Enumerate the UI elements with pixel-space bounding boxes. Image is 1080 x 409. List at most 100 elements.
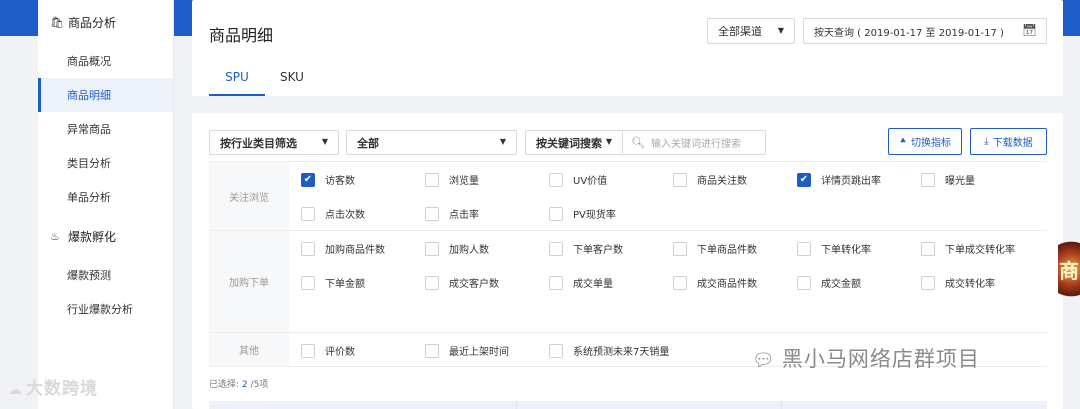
selected-count-prefix: 已选择: bbox=[209, 380, 240, 390]
metric-label: 成交商品件数 bbox=[697, 279, 757, 290]
switch-metrics-button[interactable]: ⯅ 切换指标 bbox=[888, 128, 962, 155]
decorative-badge-text: 商 bbox=[1059, 258, 1079, 283]
metric-checkbox[interactable]: 点击次数 bbox=[301, 206, 365, 221]
industry-filter-select[interactable]: 按行业类目筛选 ▼ bbox=[209, 130, 339, 155]
metric-checkbox[interactable]: PV现货率 bbox=[549, 206, 616, 221]
tab-spu[interactable]: SPU bbox=[209, 70, 265, 96]
search-icon: 🔍︎ bbox=[631, 136, 645, 149]
channel-select-value: 全部渠道 bbox=[718, 25, 762, 38]
date-range-picker[interactable]: 按天查询 ( 2019-01-17 至 2019-01-17 ) 📅︎ bbox=[803, 18, 1047, 44]
checkbox-box[interactable] bbox=[549, 172, 563, 187]
sidebar-section-product-analysis[interactable]: 🛍︎ 商品分析 bbox=[38, 0, 173, 44]
metric-checkbox[interactable]: 成交转化率 bbox=[921, 275, 995, 290]
metric-checkbox[interactable]: 成交单量 bbox=[549, 275, 613, 290]
caret-down-icon: ▼ bbox=[605, 137, 612, 146]
page-title: 商品明细 bbox=[209, 26, 274, 45]
metric-label: 商品关注数 bbox=[697, 176, 747, 187]
download-data-button[interactable]: ⤓ 下载数据 bbox=[970, 128, 1047, 155]
sidebar-item-product-overview[interactable]: 商品概况 bbox=[38, 44, 173, 78]
checkmark-icon[interactable]: ✔ bbox=[797, 172, 811, 187]
checkbox-box[interactable] bbox=[673, 275, 687, 290]
metric-checkbox[interactable]: 下单客户数 bbox=[549, 241, 623, 256]
keyword-search-input[interactable]: 🔍︎ 输入关键词进行搜索 bbox=[623, 130, 766, 155]
wechat-icon: 💬︎ bbox=[752, 350, 776, 371]
checkbox-box[interactable] bbox=[301, 275, 315, 290]
metric-label: 成交客户数 bbox=[449, 279, 499, 290]
checkbox-box[interactable] bbox=[549, 343, 563, 358]
metric-checkbox[interactable]: UV价值 bbox=[549, 172, 607, 187]
checkbox-box[interactable] bbox=[425, 241, 439, 256]
sidebar-item-hot-prediction[interactable]: 爆款预测 bbox=[38, 258, 173, 292]
metric-label: UV价值 bbox=[573, 176, 608, 187]
metric-checkbox[interactable]: 成交客户数 bbox=[425, 275, 499, 290]
checkbox-box[interactable] bbox=[425, 343, 439, 358]
metric-checkbox[interactable]: 下单转化率 bbox=[797, 241, 871, 256]
sidebar-item-abnormal-products[interactable]: 异常商品 bbox=[38, 112, 173, 146]
checkbox-box[interactable] bbox=[301, 206, 315, 221]
checkbox-box[interactable] bbox=[797, 241, 811, 256]
metric-checkbox[interactable]: 成交商品件数 bbox=[673, 275, 757, 290]
column-divider bbox=[516, 401, 517, 409]
metric-label: 成交金额 bbox=[821, 279, 861, 290]
metric-label: 点击次数 bbox=[325, 210, 365, 221]
sidebar-section-hot-incubation[interactable]: ♨︎ 爆款孵化 bbox=[38, 214, 173, 258]
metric-checkbox[interactable]: 点击率 bbox=[425, 206, 479, 221]
caret-down-icon: ▼ bbox=[777, 26, 784, 35]
results-table-header bbox=[209, 401, 1047, 409]
fire-icon: ♨︎ bbox=[50, 229, 60, 243]
checkbox-box[interactable] bbox=[673, 172, 687, 187]
metric-checkbox[interactable]: 加购商品件数 bbox=[301, 241, 385, 256]
search-placeholder: 输入关键词进行搜索 bbox=[650, 139, 741, 150]
metric-checkbox[interactable]: 下单成交转化率 bbox=[921, 241, 1015, 256]
sidebar-item-industry-hot-analysis[interactable]: 行业爆款分析 bbox=[38, 292, 173, 326]
checkbox-box[interactable] bbox=[425, 172, 439, 187]
tab-sku[interactable]: SKU bbox=[280, 70, 304, 96]
sidebar-item-label: 类目分析 bbox=[67, 157, 111, 170]
metric-checkbox[interactable]: 下单商品件数 bbox=[673, 241, 757, 256]
date-range-value: 按天查询 ( 2019-01-17 至 2019-01-17 ) bbox=[814, 27, 1004, 39]
brand-logo-icon: ☁ bbox=[8, 382, 23, 398]
checkbox-box[interactable] bbox=[921, 172, 935, 187]
shopping-bag-icon: 🛍︎ bbox=[50, 15, 64, 29]
switch-metrics-label: 切换指标 bbox=[911, 138, 951, 149]
metric-checkbox[interactable]: 评价数 bbox=[301, 343, 355, 358]
metric-checkbox[interactable]: 曝光量 bbox=[921, 172, 975, 187]
checkmark-icon[interactable]: ✔ bbox=[301, 172, 315, 187]
metric-group: 关注浏览 ✔ 访客数 浏览量 UV价值 商品关注数 ✔ 详情页跳出率 曝光量 点击次数 点击率 PV现… bbox=[209, 162, 1047, 231]
metric-label: 详情页跳出率 bbox=[821, 176, 881, 187]
metric-checkbox[interactable]: 系统预测未来7天销量 bbox=[549, 343, 669, 358]
sidebar-item-product-detail[interactable]: 商品明细 bbox=[38, 78, 173, 112]
watermark-left: ☁ 大数跨境 bbox=[8, 374, 98, 399]
category-select[interactable]: 全部 ▼ bbox=[346, 130, 517, 155]
sidebar-item-label: 商品明细 bbox=[67, 89, 111, 102]
checkbox-box[interactable] bbox=[425, 275, 439, 290]
checkbox-box[interactable] bbox=[549, 275, 563, 290]
metric-checkbox[interactable]: 加购人数 bbox=[425, 241, 489, 256]
checkbox-box[interactable] bbox=[549, 241, 563, 256]
checkbox-box[interactable] bbox=[301, 241, 315, 256]
metric-group-label: 加购下单 bbox=[209, 231, 289, 332]
metric-checkbox[interactable]: 商品关注数 bbox=[673, 172, 747, 187]
checkbox-box[interactable] bbox=[425, 206, 439, 221]
checkbox-box[interactable] bbox=[797, 275, 811, 290]
keyword-mode-select[interactable]: 按关键词搜索 ▼ bbox=[525, 130, 623, 155]
sidebar-item-single-product-analysis[interactable]: 单品分析 bbox=[38, 180, 173, 214]
metric-checkbox[interactable]: ✔ 访客数 bbox=[301, 172, 355, 187]
metric-checkbox[interactable]: ✔ 详情页跳出率 bbox=[797, 172, 881, 187]
checkbox-box[interactable] bbox=[673, 241, 687, 256]
checkbox-box[interactable] bbox=[549, 206, 563, 221]
selected-count-number: 2 bbox=[241, 380, 248, 390]
metric-checkbox[interactable]: 最近上架时间 bbox=[425, 343, 509, 358]
metric-checkbox[interactable]: 浏览量 bbox=[425, 172, 479, 187]
checkbox-box[interactable] bbox=[921, 241, 935, 256]
metric-checkbox[interactable]: 下单金额 bbox=[301, 275, 365, 290]
sidebar-item-category-analysis[interactable]: 类目分析 bbox=[38, 146, 173, 180]
checkbox-box[interactable] bbox=[301, 343, 315, 358]
checkbox-box[interactable] bbox=[921, 275, 935, 290]
caret-down-icon: ▼ bbox=[499, 137, 506, 146]
metric-checkbox[interactable]: 成交金额 bbox=[797, 275, 861, 290]
keyword-mode-value: 按关键词搜索 bbox=[536, 136, 602, 150]
channel-select[interactable]: 全部渠道 ▼ bbox=[707, 18, 795, 44]
selected-count: 已选择: 2 /5项 bbox=[209, 377, 268, 390]
sidebar-item-label: 异常商品 bbox=[67, 123, 111, 136]
